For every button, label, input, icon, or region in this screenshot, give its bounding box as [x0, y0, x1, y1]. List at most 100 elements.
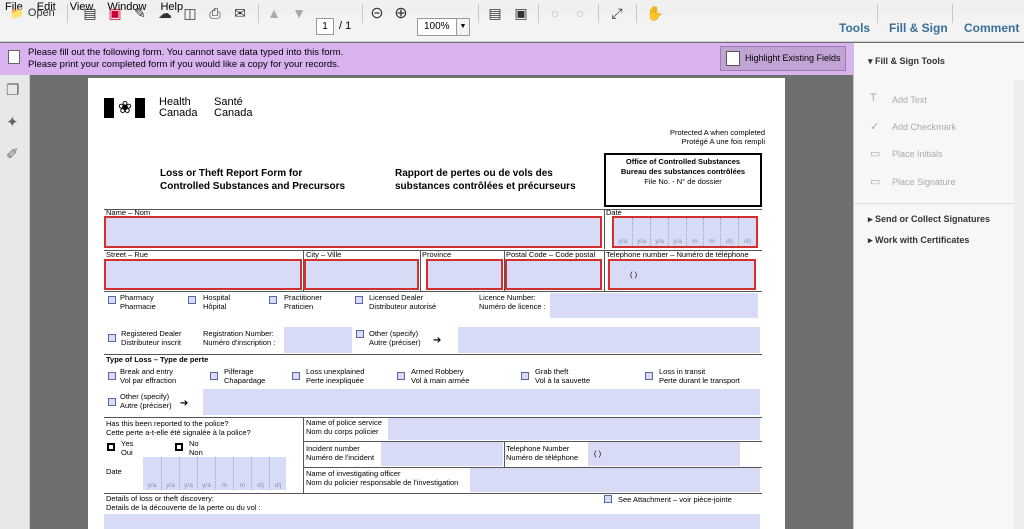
- cloud-upload-icon[interactable]: ☁: [155, 3, 175, 23]
- vertical-scrollbar[interactable]: [1014, 80, 1024, 529]
- tab-tools[interactable]: Tools: [839, 21, 870, 35]
- details-label: Details of loss or theft discovery: Detai…: [106, 494, 261, 512]
- add-text-item[interactable]: Add Text: [892, 95, 927, 105]
- break-entry-label: Break and entry Vol par effraction: [120, 367, 177, 385]
- email-icon[interactable]: ✉: [230, 3, 250, 23]
- fit-width-icon[interactable]: ▣: [511, 3, 531, 23]
- loss-transit-checkbox[interactable]: [645, 372, 653, 380]
- signature-icon[interactable]: ✐: [6, 145, 19, 163]
- other-loss-field[interactable]: [203, 389, 760, 415]
- grab-theft-label: Grab theft Vol à la sauvette: [535, 367, 591, 385]
- type-of-loss-heading: Type of Loss – Type de perte: [106, 355, 209, 364]
- grab-theft-checkbox[interactable]: [521, 372, 529, 380]
- prev-page-icon[interactable]: ▲: [265, 3, 283, 23]
- fit-page-icon[interactable]: ▤: [485, 3, 505, 23]
- pilferage-checkbox[interactable]: [210, 372, 218, 380]
- pages-icon[interactable]: ❐: [6, 81, 19, 99]
- loss-unexplained-checkbox[interactable]: [292, 372, 300, 380]
- chevron-down-icon: ▼: [456, 19, 469, 35]
- print-icon[interactable]: ⎙: [205, 3, 225, 23]
- other-dealer-label: Other (specify) Autre (préciser): [369, 329, 421, 347]
- form-title-french: Rapport de pertes ou de vols des substanc…: [395, 168, 576, 192]
- tab-comment[interactable]: Comment: [964, 21, 1019, 35]
- form-title-english: Loss or Theft Report Form for Controlled …: [160, 168, 346, 192]
- signature-icon: ▭: [870, 176, 881, 188]
- see-attachment-label: See Attachment – voir pièce-jointe: [618, 495, 732, 504]
- date-field[interactable]: y/a y/a y/a y/a m m d/j d/j: [612, 216, 758, 248]
- left-navigation-pane: ❐ ✦ ✐: [0, 75, 30, 529]
- licensed-dealer-checkbox[interactable]: [355, 296, 363, 304]
- edit-icon[interactable]: ✎: [130, 3, 150, 23]
- incident-number-label: Incident number Numéro de l'incident: [306, 444, 375, 462]
- hospital-checkbox[interactable]: [188, 296, 196, 304]
- zoom-out-icon[interactable]: ⊝: [368, 3, 386, 23]
- loss-unexplained-label: Loss unexplained Perte inexpliquée: [306, 367, 365, 385]
- police-question: Has this been reported to the police? Cet…: [106, 419, 251, 437]
- text-icon: T: [870, 92, 877, 104]
- street-field[interactable]: [104, 259, 302, 290]
- zoom-select[interactable]: 100% ▼: [417, 18, 470, 36]
- province-field[interactable]: [426, 259, 503, 290]
- place-initials-item[interactable]: Place Initials: [892, 149, 943, 159]
- highlight-icon[interactable]: ○: [570, 3, 590, 23]
- initials-icon: ▭: [870, 148, 881, 160]
- office-box: Office of Controlled Substances Bureau de…: [604, 153, 762, 207]
- registration-number-field[interactable]: [284, 327, 352, 353]
- police-date-field[interactable]: y/a y/a y/a y/a m m d/j d/j: [143, 457, 286, 490]
- certificates-section[interactable]: ▸ Work with Certificates: [868, 235, 969, 246]
- next-page-icon[interactable]: ▼: [290, 3, 308, 23]
- full-screen-icon[interactable]: ⤢: [607, 3, 627, 23]
- send-signatures-section[interactable]: ▸ Send or Collect Signatures: [868, 214, 990, 225]
- practitioner-checkbox[interactable]: [269, 296, 277, 304]
- pharmacy-label: Pharmacy Pharmacie: [120, 293, 156, 311]
- telephone-label: Telephone Number Numéro de téléphone: [506, 444, 579, 462]
- police-yes-checkbox[interactable]: [107, 443, 115, 451]
- fill-sign-panel: ▾ Fill & Sign Tools T Add Text ✓ Add Che…: [853, 43, 1024, 529]
- zoom-in-icon[interactable]: ⊕: [392, 3, 410, 23]
- pharmacy-checkbox[interactable]: [108, 296, 116, 304]
- other-loss-label: Other (specify) Autre (préciser): [120, 392, 172, 410]
- highlight-fields-button[interactable]: Highlight Existing Fields: [720, 46, 846, 71]
- attachment-icon[interactable]: ✦: [6, 113, 19, 131]
- police-yes-label: Yes Oui: [121, 439, 134, 457]
- phone-field[interactable]: ( ): [608, 259, 756, 290]
- city-field[interactable]: [304, 259, 419, 290]
- police-date-label: Date: [106, 467, 122, 476]
- date-cells: y/a y/a y/a y/a m m d/j d/j: [614, 218, 756, 246]
- combine-icon[interactable]: ▣: [105, 3, 125, 23]
- break-entry-checkbox[interactable]: [108, 372, 116, 380]
- highlight-fields-icon: [726, 51, 740, 66]
- telephone-field[interactable]: ( ): [588, 442, 740, 466]
- other-dealer-field[interactable]: [458, 327, 760, 353]
- name-field[interactable]: [104, 216, 602, 248]
- save-icon[interactable]: ◫: [180, 3, 200, 23]
- pdf-page: ❀ Health Canada Santé Canada Protected A w…: [88, 78, 785, 529]
- add-checkmark-item[interactable]: Add Checkmark: [892, 122, 956, 132]
- details-field[interactable]: [104, 514, 760, 529]
- place-signature-item[interactable]: Place Signature: [892, 177, 956, 187]
- police-service-label: Name of police service Nom du corps polic…: [306, 418, 382, 436]
- hand-tool-icon[interactable]: ✋: [645, 3, 665, 23]
- licence-number-field[interactable]: [550, 293, 758, 318]
- loss-transit-label: Loss in transit Perte durant le transport: [659, 367, 740, 385]
- create-pdf-icon[interactable]: ▤: [80, 3, 100, 23]
- registered-dealer-checkbox[interactable]: [108, 334, 116, 342]
- protected-note: Protected A when completed Protégé A une …: [669, 128, 765, 146]
- investigating-officer-field[interactable]: [470, 468, 760, 492]
- armed-robbery-label: Armed Robbery Vol à main armée: [411, 367, 470, 385]
- tab-fill-sign[interactable]: Fill & Sign: [889, 21, 948, 35]
- fill-sign-tools-heading[interactable]: ▾ Fill & Sign Tools: [868, 56, 945, 67]
- see-attachment-checkbox[interactable]: [604, 495, 612, 503]
- page-number-input[interactable]: 1: [316, 18, 334, 35]
- incident-number-field[interactable]: [381, 442, 503, 466]
- pilferage-label: Pilferage Chapardage: [224, 367, 266, 385]
- other-dealer-checkbox[interactable]: [356, 330, 364, 338]
- other-loss-checkbox[interactable]: [108, 398, 116, 406]
- postal-code-field[interactable]: [505, 259, 602, 290]
- armed-robbery-checkbox[interactable]: [397, 372, 405, 380]
- open-button[interactable]: 📁 Open: [5, 3, 60, 23]
- logo-french: Santé Canada: [214, 96, 253, 119]
- police-service-field[interactable]: [388, 418, 760, 440]
- comment-icon[interactable]: ○: [545, 3, 565, 23]
- police-no-checkbox[interactable]: [175, 443, 183, 451]
